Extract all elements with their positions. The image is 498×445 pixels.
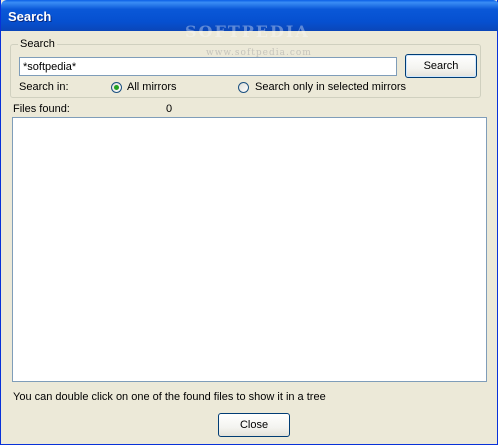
selected-mirrors-radio[interactable] [238,82,249,93]
selected-mirrors-label[interactable]: Search only in selected mirrors [255,81,406,93]
search-dialog: Search SOFTPEDIA www.softpedia.com Searc… [0,0,498,445]
files-found-count: 0 [166,103,173,115]
search-groupbox-label: Search [18,38,57,50]
window-title: Search [8,9,52,24]
watermark-logo: SOFTPEDIA [185,22,310,41]
all-mirrors-radio[interactable] [111,82,122,93]
search-in-label: Search in: [19,81,69,93]
search-input[interactable] [19,57,397,76]
files-found-label: Files found: [13,103,70,115]
all-mirrors-label[interactable]: All mirrors [127,81,177,93]
search-button[interactable]: Search [405,54,477,78]
close-button[interactable]: Close [218,413,290,437]
results-list[interactable] [12,117,487,382]
hint-text: You can double click on one of the found… [13,391,326,403]
